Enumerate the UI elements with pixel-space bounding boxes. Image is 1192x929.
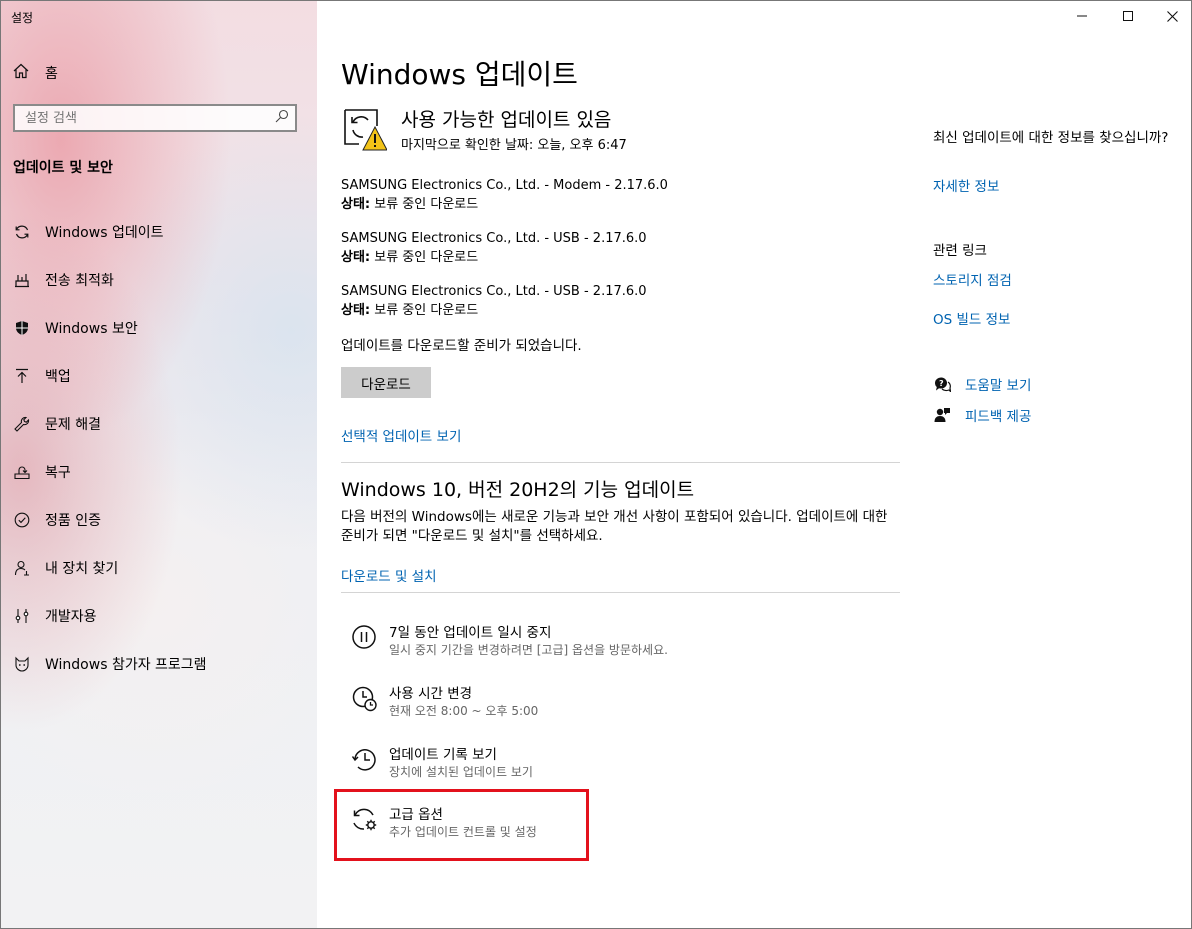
feature-update-description: 다음 버전의 Windows에는 새로운 기능과 보안 개선 사항이 포함되어 … bbox=[341, 509, 888, 544]
search-input[interactable] bbox=[15, 109, 269, 127]
feature-update-title: Windows 10, 버전 20H2의 기능 업데이트 bbox=[341, 479, 695, 501]
update-name: SAMSUNG Electronics Co., Ltd. - USB - 2.… bbox=[341, 231, 647, 246]
divider bbox=[341, 462, 900, 463]
option-subtitle: 현재 오전 8:00 ~ 오후 5:00 bbox=[389, 704, 539, 718]
give-feedback-item[interactable]: 피드백 제공 bbox=[933, 405, 1031, 425]
update-entry: SAMSUNG Electronics Co., Ltd. - USB - 2.… bbox=[341, 282, 647, 320]
option-subtitle: 장치에 설치된 업데이트 보기 bbox=[389, 765, 533, 779]
search-icon[interactable] bbox=[269, 109, 295, 127]
get-help-item[interactable]: ? 도움말 보기 bbox=[933, 374, 1031, 394]
update-status-value: 보류 중인 다운로드 bbox=[370, 197, 479, 212]
settings-window: 설정 홈 업데이트 및 보안 Windows 업데이트 전송 최적화 bbox=[0, 0, 1192, 929]
shield-icon bbox=[13, 319, 31, 337]
option-title: 사용 시간 변경 bbox=[389, 686, 473, 702]
divider bbox=[341, 592, 900, 593]
update-history-option[interactable]: 업데이트 기록 보기 장치에 설치된 업데이트 보기 bbox=[351, 743, 751, 791]
maximize-button[interactable] bbox=[1105, 1, 1151, 31]
sidebar-item-label: Windows 보안 bbox=[45, 321, 138, 337]
update-entry: SAMSUNG Electronics Co., Ltd. - USB - 2.… bbox=[341, 229, 647, 267]
pause-icon bbox=[351, 624, 379, 652]
update-status-label: 상태: bbox=[341, 303, 371, 318]
maximize-icon bbox=[1123, 11, 1133, 21]
app-title: 설정 bbox=[11, 11, 34, 25]
sidebar-item-label: 문제 해결 bbox=[45, 417, 101, 433]
sidebar-item-backup[interactable]: 백업 bbox=[1, 352, 317, 400]
update-entry: SAMSUNG Electronics Co., Ltd. - Modem - … bbox=[341, 176, 668, 214]
sidebar-item-label: 정품 인증 bbox=[45, 513, 101, 529]
sidebar-item-find-my-device[interactable]: 내 장치 찾기 bbox=[1, 544, 317, 592]
close-button[interactable] bbox=[1149, 1, 1191, 31]
sidebar-item-windows-insider[interactable]: Windows 참가자 프로그램 bbox=[1, 640, 317, 688]
sidebar-item-label: 개발자용 bbox=[45, 609, 97, 625]
ready-text: 업데이트를 다운로드할 준비가 되었습니다. bbox=[341, 338, 582, 354]
close-icon bbox=[1166, 10, 1178, 22]
check-circle-icon bbox=[13, 511, 31, 529]
wrench-icon bbox=[13, 415, 31, 433]
sidebar-nav: Windows 업데이트 전송 최적화 Windows 보안 백업 문제 해결 … bbox=[1, 208, 317, 688]
section-label: 업데이트 및 보안 bbox=[13, 160, 113, 176]
info-question-text: 최신 업데이트에 대한 정보를 찾으십니까? bbox=[933, 130, 1169, 146]
minimize-icon bbox=[1077, 15, 1087, 17]
page-title: Windows 업데이트 bbox=[341, 58, 578, 91]
help-chat-icon: ? bbox=[933, 375, 951, 393]
main-content: Windows 업데이트 사용 가능한 업데이트 있음 마지막으로 확인한 날짜… bbox=[334, 1, 901, 928]
sidebar-item-label: 백업 bbox=[45, 369, 71, 385]
update-status-value: 보류 중인 다운로드 bbox=[370, 250, 479, 265]
home-label: 홈 bbox=[45, 66, 58, 82]
history-icon bbox=[351, 746, 379, 774]
settings-search[interactable] bbox=[13, 104, 297, 132]
delivery-icon bbox=[13, 271, 31, 289]
person-pin-icon bbox=[13, 559, 31, 577]
sidebar: 설정 홈 업데이트 및 보안 Windows 업데이트 전송 최적화 bbox=[1, 1, 317, 928]
sidebar-item-label: Windows 참가자 프로그램 bbox=[45, 657, 207, 673]
download-and-install-link[interactable]: 다운로드 및 설치 bbox=[341, 565, 437, 585]
update-status-value: 보류 중인 다운로드 bbox=[370, 303, 479, 318]
update-available-icon bbox=[341, 104, 388, 152]
option-title: 업데이트 기록 보기 bbox=[389, 747, 497, 763]
pause-updates-option[interactable]: 7일 동안 업데이트 일시 중지 일시 중지 기간을 변경하려면 [고급] 옵션… bbox=[351, 621, 751, 669]
sidebar-item-activation[interactable]: 정품 인증 bbox=[1, 496, 317, 544]
home-nav-item[interactable]: 홈 bbox=[13, 63, 58, 83]
sidebar-item-label: 복구 bbox=[45, 465, 71, 481]
feedback-icon bbox=[933, 406, 951, 424]
sidebar-item-recovery[interactable]: 복구 bbox=[1, 448, 317, 496]
upload-icon bbox=[13, 367, 31, 385]
home-icon bbox=[13, 63, 31, 83]
sidebar-item-delivery-optimization[interactable]: 전송 최적화 bbox=[1, 256, 317, 304]
update-status-label: 상태: bbox=[341, 197, 371, 212]
sidebar-item-troubleshoot[interactable]: 문제 해결 bbox=[1, 400, 317, 448]
download-button[interactable]: 다운로드 bbox=[341, 367, 431, 398]
option-title: 7일 동안 업데이트 일시 중지 bbox=[389, 625, 552, 641]
clock-icon bbox=[351, 685, 379, 713]
svg-text:?: ? bbox=[939, 379, 944, 388]
status-title: 사용 가능한 업데이트 있음 bbox=[401, 109, 612, 131]
give-feedback-link[interactable]: 피드백 제공 bbox=[965, 405, 1031, 425]
active-hours-option[interactable]: 사용 시간 변경 현재 오전 8:00 ~ 오후 5:00 bbox=[351, 682, 751, 730]
storage-check-link[interactable]: 스토리지 점검 bbox=[933, 269, 1012, 289]
sidebar-item-windows-security[interactable]: Windows 보안 bbox=[1, 304, 317, 352]
last-checked-text: 마지막으로 확인한 날짜: 오늘, 오후 6:47 bbox=[401, 138, 627, 153]
minimize-button[interactable] bbox=[1059, 1, 1105, 31]
update-name: SAMSUNG Electronics Co., Ltd. - USB - 2.… bbox=[341, 284, 647, 299]
highlight-box bbox=[334, 789, 589, 861]
os-build-info-link[interactable]: OS 빌드 정보 bbox=[933, 308, 1010, 328]
more-info-link[interactable]: 자세한 정보 bbox=[933, 175, 999, 195]
sidebar-item-windows-update[interactable]: Windows 업데이트 bbox=[1, 208, 317, 256]
related-links-title: 관련 링크 bbox=[933, 243, 987, 259]
recovery-icon bbox=[13, 463, 31, 481]
insider-cat-icon bbox=[13, 655, 31, 673]
get-help-link[interactable]: 도움말 보기 bbox=[965, 374, 1031, 394]
sidebar-item-for-developers[interactable]: 개발자용 bbox=[1, 592, 317, 640]
optional-updates-link[interactable]: 선택적 업데이트 보기 bbox=[341, 425, 461, 445]
update-name: SAMSUNG Electronics Co., Ltd. - Modem - … bbox=[341, 178, 668, 193]
option-subtitle: 일시 중지 기간을 변경하려면 [고급] 옵션을 방문하세요. bbox=[389, 643, 668, 657]
developer-icon bbox=[13, 607, 31, 625]
update-status-label: 상태: bbox=[341, 250, 371, 265]
sidebar-item-label: 전송 최적화 bbox=[45, 273, 114, 289]
sidebar-item-label: Windows 업데이트 bbox=[45, 225, 164, 241]
sidebar-item-label: 내 장치 찾기 bbox=[45, 561, 119, 577]
sync-icon bbox=[13, 223, 31, 241]
